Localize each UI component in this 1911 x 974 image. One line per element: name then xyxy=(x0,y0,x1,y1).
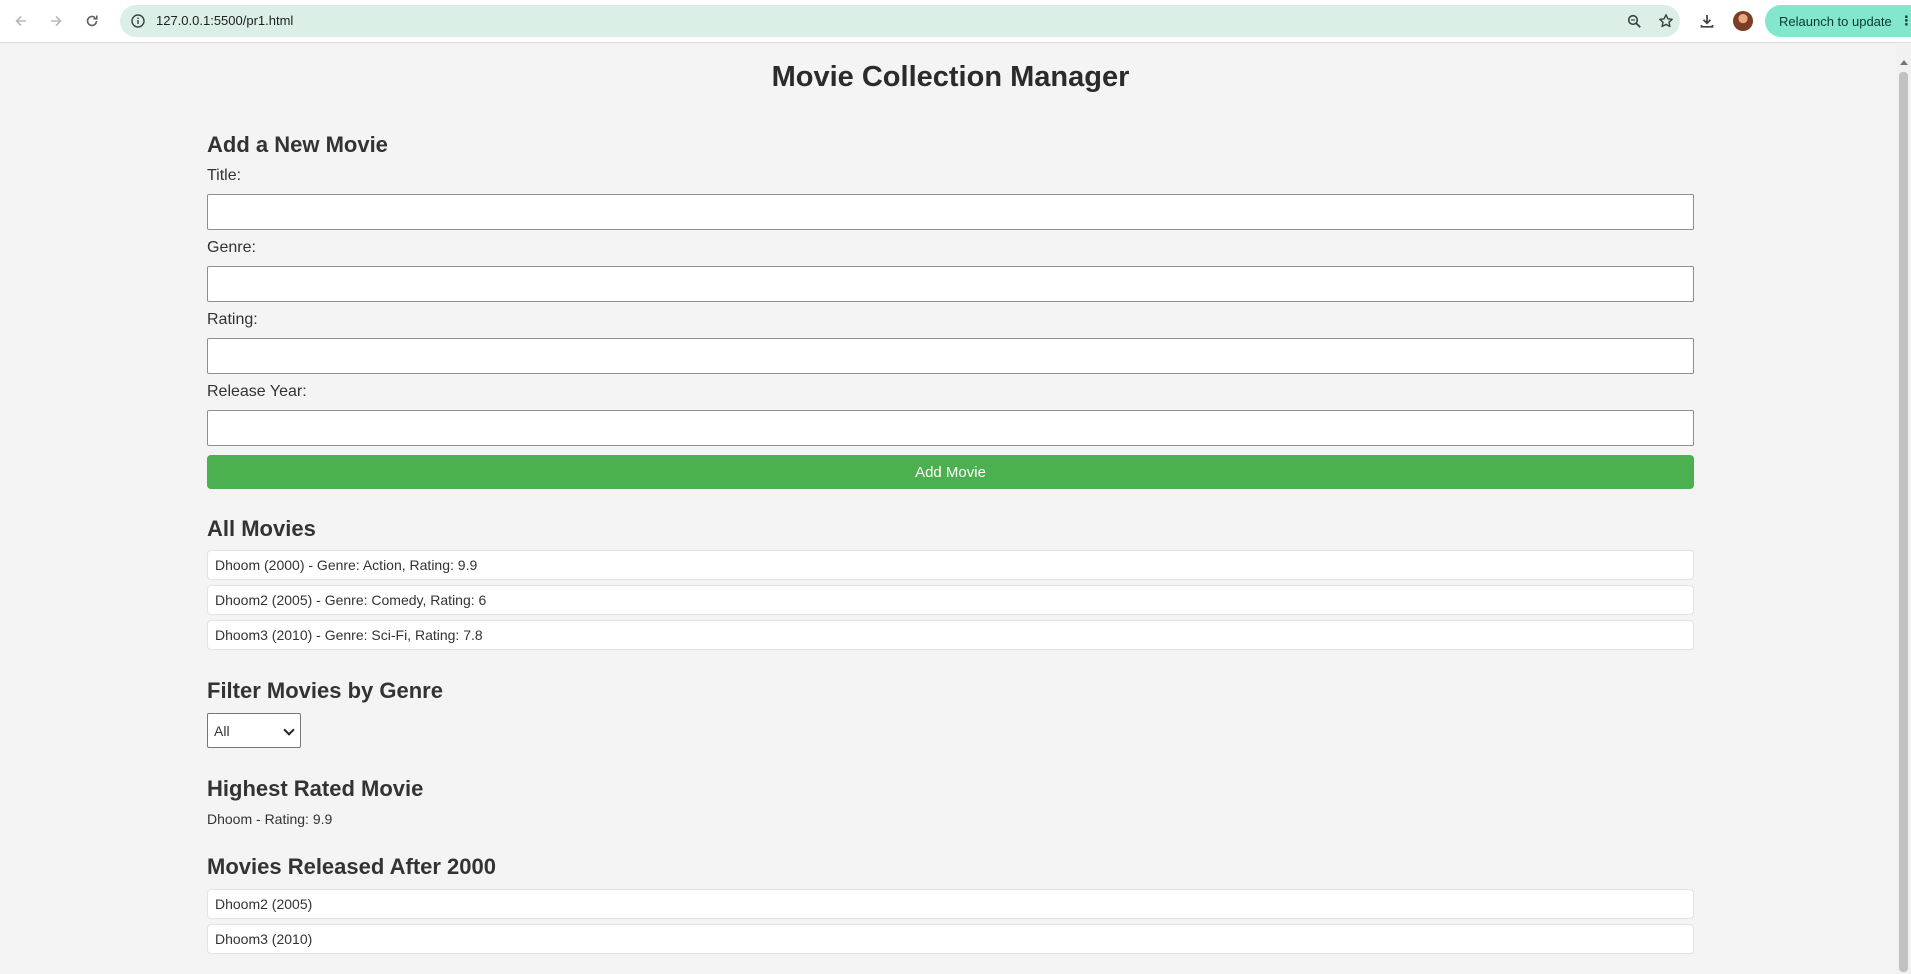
all-movies-heading: All Movies xyxy=(207,516,316,541)
genre-input[interactable] xyxy=(207,266,1694,302)
add-movie-heading: Add a New Movie xyxy=(207,132,388,157)
rating-label: Rating: xyxy=(207,311,258,328)
forward-icon[interactable] xyxy=(43,8,69,34)
list-item: Dhoom3 (2010) xyxy=(207,924,1694,954)
download-icon[interactable] xyxy=(1695,9,1719,33)
page-title: Movie Collection Manager xyxy=(771,61,1130,93)
scrollbar-thumb[interactable] xyxy=(1899,72,1908,972)
filter-heading: Filter Movies by Genre xyxy=(207,678,443,703)
list-item: Dhoom (2000) - Genre: Action, Rating: 9.… xyxy=(207,550,1694,580)
chevron-down-icon xyxy=(283,724,295,736)
reload-icon[interactable] xyxy=(79,8,105,34)
highest-rated-heading: Highest Rated Movie xyxy=(207,776,424,801)
relaunch-button[interactable]: Relaunch to update ⋮ xyxy=(1765,5,1911,37)
zoom-icon[interactable] xyxy=(1624,11,1644,31)
after-2000-list: Dhoom2 (2005) Dhoom3 (2010) xyxy=(207,889,1694,959)
release-year-input[interactable] xyxy=(207,410,1694,446)
highest-rated-text: Dhoom - Rating: 9.9 xyxy=(207,811,333,827)
add-movie-button[interactable]: Add Movie xyxy=(207,455,1694,489)
list-item: Dhoom3 (2010) - Genre: Sci-Fi, Rating: 7… xyxy=(207,620,1694,650)
genre-label: Genre: xyxy=(207,239,256,256)
profile-avatar[interactable] xyxy=(1733,11,1753,31)
list-item: Dhoom2 (2005) - Genre: Comedy, Rating: 6 xyxy=(207,585,1694,615)
menu-kebab-icon[interactable]: ⋮ xyxy=(1900,13,1911,29)
list-item: Dhoom2 (2005) xyxy=(207,889,1694,919)
bookmark-star-icon[interactable] xyxy=(1656,11,1676,31)
title-input[interactable] xyxy=(207,194,1694,230)
scroll-up-arrow[interactable] xyxy=(1900,60,1908,65)
site-info-icon[interactable] xyxy=(130,13,146,29)
page-scrollbar[interactable] xyxy=(1896,44,1911,974)
url-text[interactable]: 127.0.0.1:5500/pr1.html xyxy=(156,13,293,28)
browser-toolbar: 127.0.0.1:5500/pr1.html Relaunch to upda… xyxy=(0,0,1911,43)
all-movies-list: Dhoom (2000) - Genre: Action, Rating: 9.… xyxy=(207,550,1694,655)
title-label: Title: xyxy=(207,167,242,184)
rating-input[interactable] xyxy=(207,338,1694,374)
back-icon[interactable] xyxy=(8,8,34,34)
relaunch-label: Relaunch to update xyxy=(1779,13,1892,29)
release-year-label: Release Year: xyxy=(207,383,307,400)
address-bar[interactable]: 127.0.0.1:5500/pr1.html xyxy=(120,5,1680,37)
after-2000-heading: Movies Released After 2000 xyxy=(207,854,496,879)
genre-filter-select[interactable]: All xyxy=(207,713,301,748)
genre-filter-value: All xyxy=(214,722,230,739)
